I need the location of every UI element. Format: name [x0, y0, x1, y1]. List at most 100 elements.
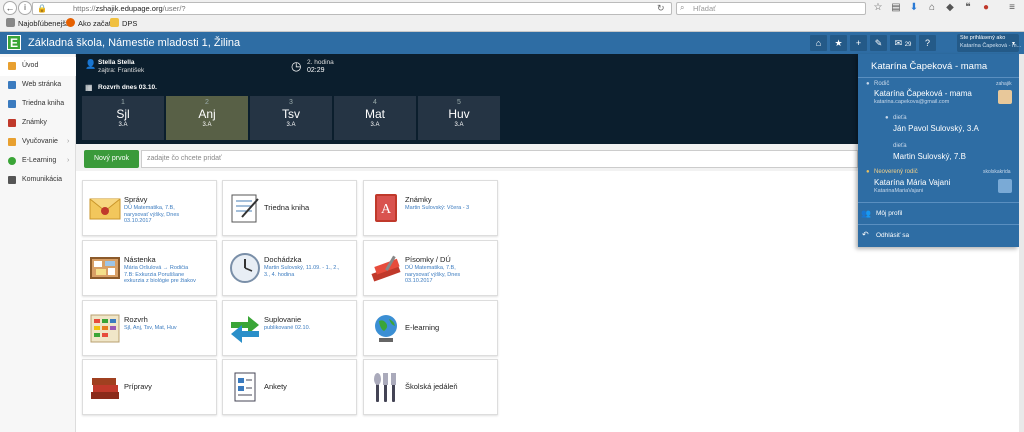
person-icon: 👤	[85, 59, 97, 69]
chat-icon: ✎	[874, 38, 883, 48]
bookmarks-icon	[6, 18, 15, 27]
logout-link[interactable]: Odhlásiť sa	[876, 232, 909, 239]
help-button[interactable]: ?	[919, 35, 936, 51]
tile-title: Známky	[405, 195, 432, 204]
svg-text:A: A	[381, 202, 392, 217]
new-item-input[interactable]: zadajte čo chcete pridať	[141, 150, 858, 168]
new-item-button[interactable]: Nový prvok	[84, 150, 139, 168]
survey-icon	[234, 372, 256, 402]
bullet-icon: ●	[866, 81, 870, 87]
lesson-subject: Mat	[364, 107, 385, 121]
teacher-tomorrow: zajtra: František	[98, 67, 145, 74]
search-placeholder: Hľadať	[693, 4, 716, 13]
tile-noticeboard[interactable]: Nástenka Mária Oršulová → Rodičia 7.B: Ex…	[82, 240, 217, 296]
back-button[interactable]: ←	[3, 1, 17, 15]
url-bar[interactable]: 🔒 https://zshajik.edupage.org/user/? ↻	[32, 2, 672, 15]
avatar	[998, 90, 1012, 104]
sidebar-item-communication[interactable]: Komunikácia	[0, 171, 76, 190]
clipboard-icon[interactable]: ▤	[890, 2, 902, 14]
sidebar-item-teaching[interactable]: Vyučovanie ›	[0, 133, 76, 152]
tile-elearning[interactable]: E-learning	[363, 300, 498, 356]
lesson-cell[interactable]: 1 Sjl 3.A	[82, 96, 164, 140]
menu-icon[interactable]: ≡	[1006, 2, 1018, 14]
sidebar-item-web[interactable]: Web stránka	[0, 76, 76, 95]
edupage-logo[interactable]: E	[7, 35, 21, 50]
bookmark-star-icon[interactable]: ☆	[872, 2, 884, 14]
bookmark-item[interactable]: Najobľúbenejšie	[6, 18, 72, 28]
tile-substitution[interactable]: Suplovanie publikované 02.10.	[222, 300, 357, 356]
envelope-icon	[89, 198, 121, 220]
sidebar-item-classbook[interactable]: Triedna kniha	[0, 95, 76, 114]
sidebar-item-home[interactable]: Úvod	[0, 57, 76, 76]
favorites-button[interactable]: ★	[830, 35, 847, 51]
chevron-down-icon: ▾	[1012, 41, 1016, 47]
tile-subtitle: publikované 02.10.	[264, 325, 311, 331]
home-icon[interactable]: ⌂	[926, 2, 938, 14]
child-name[interactable]: Martin Sulovský, 7.B	[893, 152, 966, 161]
info-icon[interactable]: i	[18, 1, 32, 15]
panel-divider	[858, 202, 1019, 203]
lesson-cell[interactable]: 3 Tsv 3.A	[250, 96, 332, 140]
tile-timetable[interactable]: Rozvrh Sjl, Anj, Tsv, Mat, Huv	[82, 300, 217, 356]
chat-button[interactable]: ✎	[870, 35, 887, 51]
lesson-cell[interactable]: 4 Mat 3.A	[334, 96, 416, 140]
lesson-number: 5	[457, 99, 461, 106]
clock-icon: ◷	[291, 59, 302, 73]
logout-icon: ↶	[862, 230, 869, 239]
panel-title: Katarína Čapeková - mama	[871, 61, 988, 72]
tile-canteen[interactable]: Školská jedáleň	[363, 359, 498, 415]
tile-classbook[interactable]: Triedna kniha	[222, 180, 357, 236]
timetable-icon	[90, 314, 120, 343]
lesson-class: 3.A	[202, 122, 212, 128]
tile-subtitle: DÚ Matematika, 7.B, narysovať výšky, Dnes…	[405, 265, 461, 284]
lesson-subject: Tsv	[282, 107, 300, 121]
parent-name[interactable]: Katarína Čapeková - mama	[874, 89, 972, 98]
messages-button[interactable]: ✉ 29	[890, 35, 916, 51]
teacher-name: Stella Stella	[98, 59, 135, 66]
sidebar-item-elearning[interactable]: E-Learning ›	[0, 152, 76, 171]
my-profile-link[interactable]: Môj profil	[876, 210, 902, 217]
lesson-class: 3.A	[454, 122, 464, 128]
web-icon	[8, 81, 16, 89]
envelope-icon: ✉	[894, 38, 903, 48]
shield-icon[interactable]: ◆	[944, 2, 956, 14]
reload-icon[interactable]: ↻	[657, 3, 665, 14]
sidebar-item-label: Známky	[22, 119, 47, 126]
schedule-title: Rozvrh dnes 03.10.	[98, 84, 157, 91]
sidebar-item-grades[interactable]: Známky	[0, 114, 76, 133]
download-icon[interactable]: ⬇	[908, 2, 920, 14]
speech-icon[interactable]: ❝	[962, 2, 974, 14]
scrollbar[interactable]	[1019, 54, 1024, 432]
bookmark-item[interactable]: DPS	[110, 18, 137, 28]
current-hour-label: 2. hodina	[307, 59, 334, 66]
user-menu-button[interactable]: Ste prihlásený ako Katarína Čapeková - m…	[957, 34, 1021, 52]
browser-search-input[interactable]: ⌕ Hľadať	[676, 2, 866, 15]
add-button[interactable]: +	[850, 35, 867, 51]
tile-surveys[interactable]: Ankety	[222, 359, 357, 415]
child-name[interactable]: Ján Pavol Sulovský, 3.A	[893, 124, 979, 133]
clock-icon	[230, 253, 260, 283]
lesson-class: 3.A	[118, 122, 128, 128]
lesson-cell[interactable]: 5 Huv 3.A	[418, 96, 500, 140]
second-parent-name[interactable]: Katarína Mária Vajani	[874, 178, 950, 187]
lesson-cell-active[interactable]: 2 Anj 3.A	[166, 96, 248, 140]
child-role: dieťa	[893, 143, 907, 149]
tile-preparations[interactable]: Prípravy	[82, 359, 217, 415]
lesson-class: 3.A	[370, 122, 380, 128]
parent-role: Rodič	[874, 81, 890, 87]
tile-title: Prípravy	[124, 382, 152, 391]
parent-email: katarina.capekova@gmail.com	[874, 99, 950, 105]
tile-attendance[interactable]: Dochádzka Martin Sulovský, 11.09. - 1., …	[222, 240, 357, 296]
home-button[interactable]: ⌂	[810, 35, 827, 51]
tile-messages[interactable]: Správy DÚ Matematika, 7.B, narysovať výšk…	[82, 180, 217, 236]
addon-icon[interactable]: ●	[980, 2, 992, 14]
bookmark-item[interactable]: Ako začať	[66, 18, 112, 28]
tile-homework[interactable]: Písomky / DÚ DÚ Matematika, 7.B, narysova…	[363, 240, 498, 296]
home-icon: ⌂	[815, 38, 822, 48]
globe-icon	[375, 315, 397, 342]
lesson-subject: Huv	[448, 107, 470, 121]
tile-title: Ankety	[264, 382, 287, 391]
tile-grades[interactable]: A Známky Martin Sulovský: Včera - 3	[363, 180, 498, 236]
tile-title: Rozvrh	[124, 315, 148, 324]
tile-title: Suplovanie	[264, 315, 302, 324]
